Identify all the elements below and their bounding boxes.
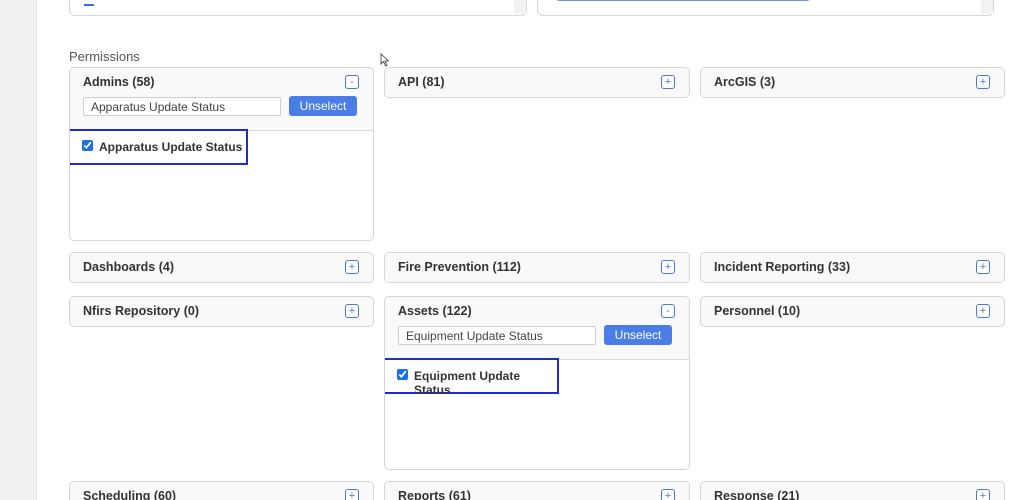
group-header[interactable]: Nfirs Repository (0) +	[70, 297, 373, 326]
group-header[interactable]: Reports (61) +	[385, 482, 689, 500]
group-header[interactable]: Fire Prevention (112) +	[385, 253, 689, 282]
permission-group-dashboards[interactable]: Dashboards (4) +	[69, 252, 374, 283]
unselect-button[interactable]: Unselect	[604, 325, 672, 345]
permission-group-nfirs-repository[interactable]: Nfirs Repository (0) +	[69, 296, 374, 327]
group-title: Personnel (10)	[714, 304, 801, 318]
top-card-right-scrollbar[interactable]	[981, 0, 993, 14]
collapse-toggle-button[interactable]: -	[661, 304, 675, 318]
group-title: Assets (122)	[398, 304, 472, 318]
expand-toggle-button[interactable]: +	[345, 304, 359, 318]
expand-toggle-button[interactable]: +	[976, 304, 990, 318]
permission-item-label: Equipment Update Status	[414, 369, 521, 397]
top-card-left-marker	[84, 4, 94, 6]
expand-toggle-button[interactable]: +	[976, 75, 990, 89]
group-header[interactable]: ArcGIS (3) +	[701, 68, 1004, 97]
group-title: Response (21)	[714, 489, 800, 500]
mouse-pointer-icon	[380, 53, 390, 67]
top-card-left	[69, 0, 527, 16]
group-header[interactable]: API (81) +	[385, 68, 689, 97]
expand-toggle-button[interactable]: +	[345, 260, 359, 274]
permission-group-incident-reporting[interactable]: Incident Reporting (33) +	[700, 252, 1005, 283]
left-sidebar-rail	[0, 0, 37, 500]
unselect-button[interactable]: Unselect	[289, 96, 357, 116]
group-title: Admins (58)	[83, 75, 155, 89]
top-card-left-scrollbar[interactable]	[514, 0, 526, 14]
top-card-right	[537, 0, 994, 16]
expand-toggle-button[interactable]: +	[976, 260, 990, 274]
group-header[interactable]: Dashboards (4) +	[70, 253, 373, 282]
expand-toggle-button[interactable]: +	[345, 489, 359, 500]
expand-toggle-button[interactable]: +	[661, 75, 675, 89]
group-header[interactable]: Scheduling (60) +	[70, 482, 373, 500]
group-title: Reports (61)	[398, 489, 471, 500]
permission-checkbox[interactable]	[397, 369, 408, 380]
permission-item-row[interactable]: Equipment Update Status	[385, 358, 559, 397]
permission-checkbox[interactable]	[82, 140, 93, 151]
expand-toggle-button[interactable]: +	[976, 489, 990, 500]
group-title: Dashboards (4)	[83, 260, 174, 274]
permission-group-arcgis[interactable]: ArcGIS (3) +	[700, 67, 1005, 98]
permission-group-reports[interactable]: Reports (61) +	[384, 481, 690, 500]
permission-item-row[interactable]: Apparatus Update Status	[70, 129, 248, 165]
group-title: API (81)	[398, 75, 445, 89]
permission-group-response[interactable]: Response (21) +	[700, 481, 1005, 500]
group-title: ArcGIS (3)	[714, 75, 776, 89]
permission-filter-input[interactable]	[398, 326, 596, 345]
permission-group-personnel[interactable]: Personnel (10) +	[700, 296, 1005, 327]
permission-group-fire-prevention[interactable]: Fire Prevention (112) +	[384, 252, 690, 283]
group-header: Admins (58) - Unselect	[70, 68, 373, 131]
group-title: Incident Reporting (33)	[714, 260, 851, 274]
group-header: Assets (122) - Unselect	[385, 297, 689, 360]
group-header[interactable]: Incident Reporting (33) +	[701, 253, 1004, 282]
permission-group-admins: Admins (58) - Unselect Apparatus Update …	[69, 67, 374, 241]
group-header[interactable]: Response (21) +	[701, 482, 1004, 500]
permission-group-scheduling[interactable]: Scheduling (60) +	[69, 481, 374, 500]
expand-toggle-button[interactable]: +	[661, 489, 675, 500]
permission-item-label: Apparatus Update Status	[99, 140, 243, 154]
permissions-heading: Permissions	[69, 49, 140, 64]
group-title: Scheduling (60)	[83, 489, 177, 500]
group-title: Nfirs Repository (0)	[83, 304, 199, 318]
top-card-right-button[interactable]	[552, 0, 814, 1]
collapse-toggle-button[interactable]: -	[345, 75, 359, 89]
group-header[interactable]: Personnel (10) +	[701, 297, 1004, 326]
group-title: Fire Prevention (112)	[398, 260, 521, 274]
permission-group-assets: Assets (122) - Unselect Equipment Update…	[384, 296, 690, 470]
permission-filter-input[interactable]	[83, 97, 281, 116]
expand-toggle-button[interactable]: +	[661, 260, 675, 274]
permission-group-api[interactable]: API (81) +	[384, 67, 690, 98]
